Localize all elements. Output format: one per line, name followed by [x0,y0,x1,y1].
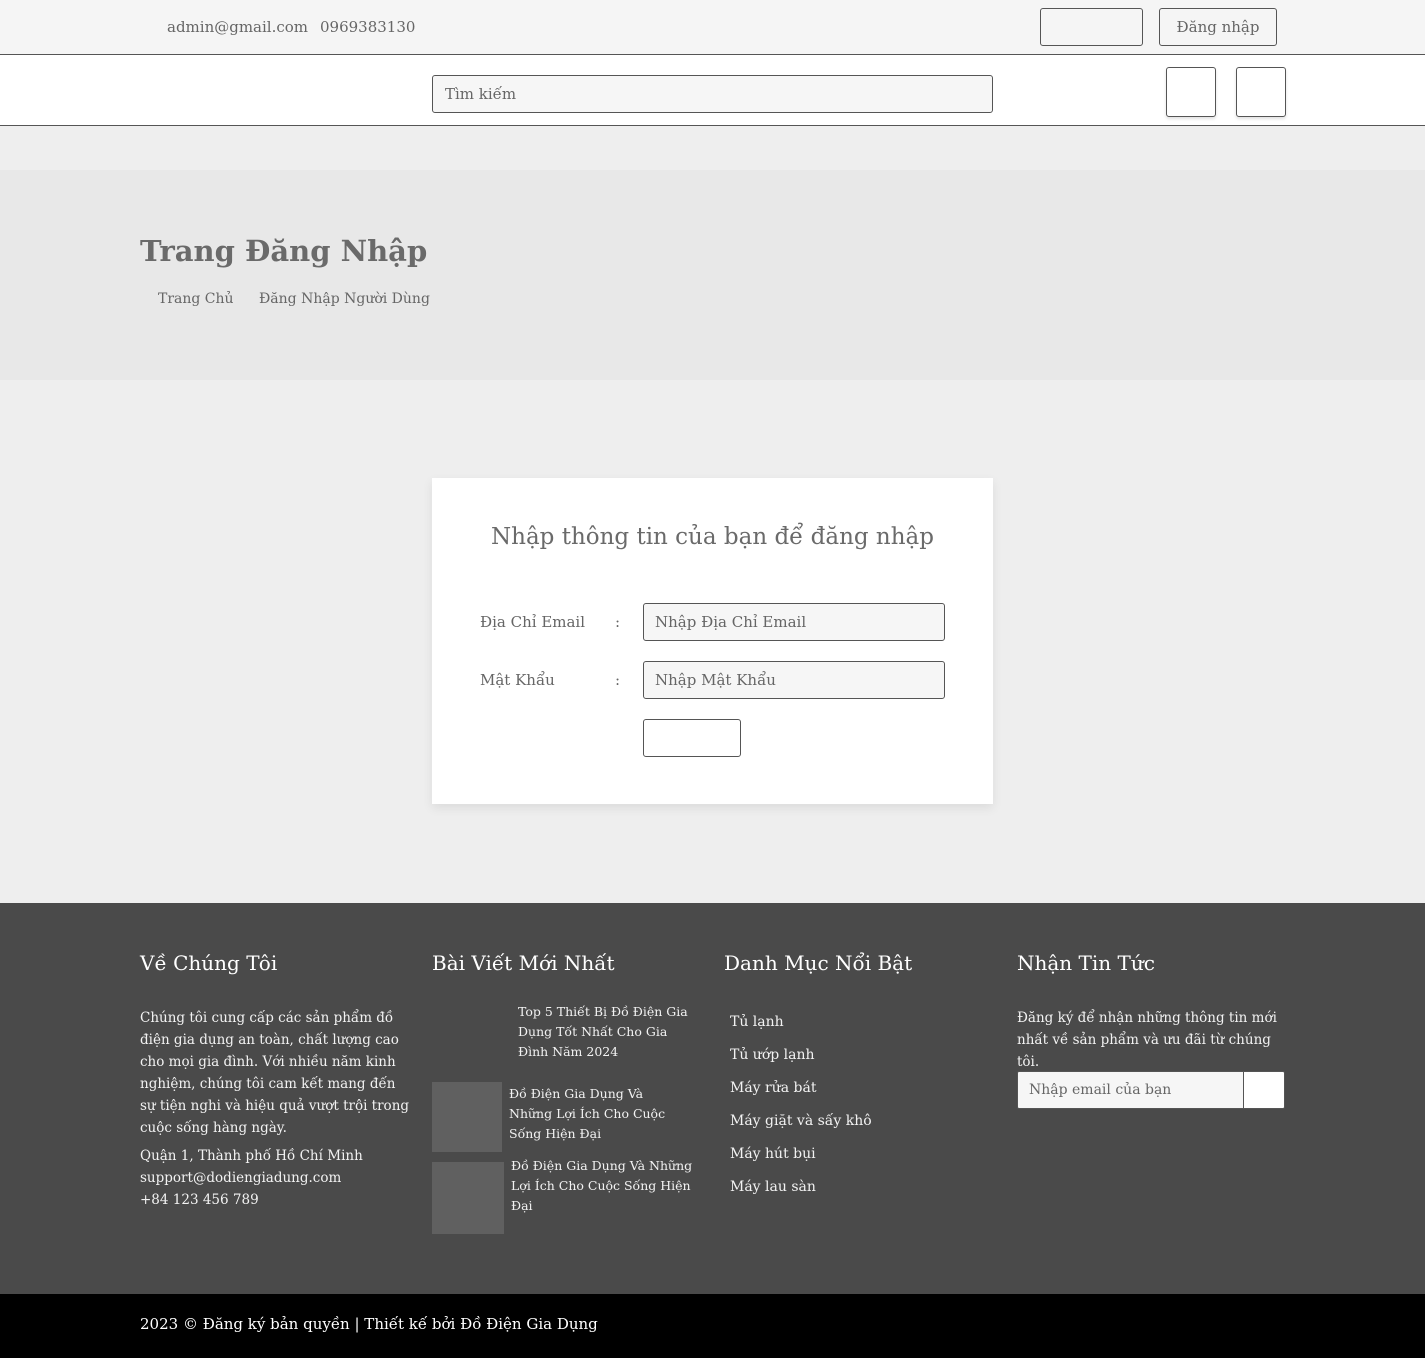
login-card: Nhập thông tin của bạn để đăng nhập Địa … [432,478,993,804]
contact-email[interactable]: admin@gmail.com [167,18,308,36]
newsletter-text: Đăng ký để nhận những thông tin mới nhất… [1017,1010,1277,1070]
category-item[interactable]: Máy lau sàn [730,1179,816,1195]
submit-button[interactable] [643,719,741,757]
contact-phone[interactable]: 0969383130 [320,18,415,36]
post-item-1[interactable]: Top 5 Thiết Bị Đồ Điện Gia Dụng Tốt Nhất… [518,1002,698,1062]
posts-title: Bài Viết Mới Nhất [432,951,615,975]
breadcrumb-current: Đăng Nhập Người Dùng [259,291,430,307]
account-icon[interactable] [1166,67,1216,117]
category-item[interactable]: Máy hút bụi [730,1146,816,1162]
about-title: Về Chúng Tôi [140,951,278,975]
page-hero: Trang Đăng Nhập Trang Chủ Đăng Nhập Ngườ… [0,170,1425,380]
newsletter-email-input[interactable] [1017,1071,1244,1109]
category-item[interactable]: Máy rửa bát [730,1080,816,1096]
category-item[interactable]: Máy giặt và sấy khô [730,1113,872,1129]
copyright-text: 2023 © Đăng ký bản quyền | Thiết kế bởi … [140,1315,598,1333]
page-title: Trang Đăng Nhập [140,234,428,268]
cart-icon[interactable] [1236,67,1286,117]
breadcrumb-home[interactable]: Trang Chủ [158,291,234,307]
password-field[interactable] [643,661,945,699]
about-text: Chúng tôi cung cấp các sản phẩm đồ điện … [140,1010,410,1136]
header [0,55,1425,126]
post-thumbnail-2[interactable] [432,1082,502,1152]
register-button[interactable]: Đăng ký [1040,8,1143,46]
password-colon: : [615,671,621,689]
login-button[interactable]: Đăng nhập [1159,8,1277,46]
newsletter-title: Nhận Tin Tức [1017,951,1155,975]
category-item[interactable]: Tủ lạnh [730,1014,784,1030]
email-field[interactable] [643,603,945,641]
login-heading: Nhập thông tin của bạn để đăng nhập [491,524,934,550]
post-item-3[interactable]: Đồ Điện Gia Dụng Và Những Lợi Ích Cho Cu… [511,1156,706,1216]
categories-title: Danh Mục Nổi Bật [724,951,913,975]
email-colon: : [615,613,621,631]
category-item[interactable]: Tủ ướp lạnh [730,1047,815,1063]
top-bar: admin@gmail.com 0969383130 Đăng ký Đăng … [0,0,1425,55]
newsletter-submit-button[interactable] [1243,1071,1285,1109]
search-input[interactable] [432,75,993,113]
post-thumbnail-3[interactable] [432,1162,504,1234]
footer: Về Chúng Tôi Chúng tôi cung cấp các sản … [0,903,1425,1294]
footer-phone[interactable]: +84 123 456 789 [140,1189,363,1211]
footer-email[interactable]: support@dodiengiadung.com [140,1167,363,1189]
password-label: Mật Khẩu [480,671,555,689]
post-item-2[interactable]: Đồ Điện Gia Dụng Và Những Lợi Ích Cho Cu… [509,1084,689,1144]
footer-contact: Quận 1, Thành phố Hồ Chí Minh support@do… [140,1145,363,1211]
email-label: Địa Chỉ Email [480,613,586,631]
copyright-bar: 2023 © Đăng ký bản quyền | Thiết kế bởi … [0,1294,1425,1358]
footer-address: Quận 1, Thành phố Hồ Chí Minh [140,1148,363,1164]
